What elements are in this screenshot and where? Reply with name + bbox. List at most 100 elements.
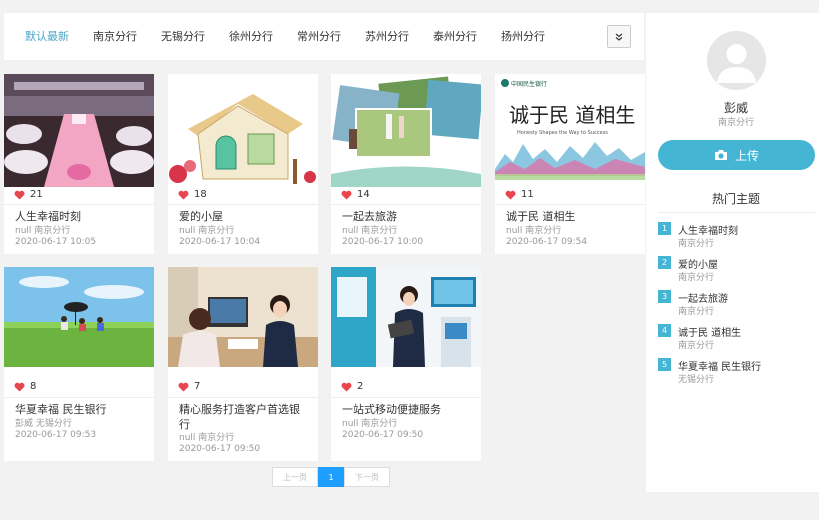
page-1-button[interactable]: 1 (318, 467, 344, 487)
post-card[interactable]: 2 一站式移动便捷服务 null 南京分行 2020-06-17 09:50 (331, 267, 481, 461)
tab-nanjing[interactable]: 南京分行 (93, 28, 137, 44)
tab-taizhou[interactable]: 泰州分行 (433, 28, 477, 44)
user-silhouette-icon (717, 44, 756, 83)
post-card[interactable]: 中国民生银行 诚于民 道相生 Honesty Shapes the Way to… (495, 74, 645, 254)
post-title[interactable]: 精心服务打造客户首选银行 (179, 402, 309, 432)
rank-badge: 3 (658, 290, 671, 303)
rank-badge: 4 (658, 324, 671, 337)
hot-topic-branch: 南京分行 (678, 273, 715, 283)
like-count-value: 7 (194, 381, 201, 392)
user-sidebar: 彭威 南京分行 上传 热门主题 1 人生幸福时刻 南京分行 2 爱的小屋 南京分… (646, 13, 819, 492)
post-title[interactable]: 华夏幸福 民生银行 (15, 402, 145, 417)
post-image-travel[interactable] (331, 74, 481, 187)
more-tabs-button[interactable] (607, 25, 631, 48)
like-count[interactable]: 14 (341, 189, 370, 200)
post-card[interactable]: 18 爱的小屋 null 南京分行 2020-06-17 10:04 (168, 74, 318, 254)
upload-button[interactable]: 上传 (658, 140, 815, 170)
tab-changzhou[interactable]: 常州分行 (297, 28, 341, 44)
post-card[interactable]: 8 华夏幸福 民生银行 彭威 无锡分行 2020-06-17 09:53 (4, 267, 154, 461)
like-count[interactable]: 8 (14, 381, 36, 392)
slogan-text: 诚于民 道相生 (509, 103, 635, 127)
post-image-mobile-service[interactable] (331, 267, 481, 367)
hot-topic-name[interactable]: 华夏幸福 民生银行 (678, 358, 761, 373)
post-card[interactable]: 14 一起去旅游 null 南京分行 2020-06-17 10:00 (331, 74, 481, 254)
post-date: 2020-06-17 10:00 (342, 237, 424, 247)
post-card[interactable]: 7 精心服务打造客户首选银行 null 南京分行 2020-06-17 09:5… (168, 267, 318, 461)
hot-topic-item[interactable]: 4 诚于民 道相生 南京分行 (658, 323, 813, 353)
hot-topic-name[interactable]: 一起去旅游 (678, 290, 728, 305)
tab-suzhou[interactable]: 苏州分行 (365, 28, 409, 44)
post-date: 2020-06-17 10:04 (179, 237, 261, 247)
post-author-branch: null 南京分行 (506, 226, 562, 236)
post-author-branch: null 南京分行 (342, 419, 398, 429)
heart-icon (14, 190, 25, 200)
post-image-service-counter[interactable] (168, 267, 318, 367)
post-author-branch: null 南京分行 (179, 433, 235, 443)
tab-xuzhou[interactable]: 徐州分行 (229, 28, 273, 44)
like-count[interactable]: 11 (505, 189, 534, 200)
avatar[interactable] (707, 31, 766, 90)
tab-wuxi[interactable]: 无锡分行 (161, 28, 205, 44)
hot-topic-branch: 无锡分行 (678, 375, 715, 385)
like-count[interactable]: 2 (341, 381, 363, 392)
post-title[interactable]: 一站式移动便捷服务 (342, 402, 472, 417)
tab-yangzhou[interactable]: 扬州分行 (501, 28, 545, 44)
post-title[interactable]: 诚于民 道相生 (506, 209, 636, 224)
double-chevron-down-icon (615, 33, 623, 41)
heart-icon (505, 190, 516, 200)
post-author-branch: null 南京分行 (342, 226, 398, 236)
hot-topic-branch: 南京分行 (678, 341, 715, 351)
like-count-value: 11 (521, 189, 534, 200)
post-date: 2020-06-17 09:50 (342, 430, 424, 440)
rank-badge: 5 (658, 358, 671, 371)
heart-icon (341, 190, 352, 200)
post-date: 2020-06-17 10:05 (15, 237, 97, 247)
camera-icon (714, 150, 727, 160)
user-branch: 南京分行 (717, 118, 754, 128)
post-image-house[interactable] (168, 74, 318, 187)
post-author-branch: null 南京分行 (179, 226, 235, 236)
like-count[interactable]: 21 (14, 189, 43, 200)
hot-topic-branch: 南京分行 (678, 307, 715, 317)
hot-topic-branch: 南京分行 (678, 239, 715, 249)
tab-latest[interactable]: 默认最新 (25, 28, 69, 44)
post-image-slogan[interactable]: 中国民生银行 诚于民 道相生 Honesty Shapes the Way to… (495, 74, 645, 187)
post-card[interactable]: 21 人生幸福时刻 null 南京分行 2020-06-17 10:05 (4, 74, 154, 254)
heart-icon (178, 382, 189, 392)
like-count-value: 14 (357, 189, 370, 200)
heart-icon (14, 382, 25, 392)
post-author-branch: 彭威 无锡分行 (15, 419, 72, 429)
like-count-value: 18 (194, 189, 207, 200)
post-title[interactable]: 人生幸福时刻 (15, 209, 145, 224)
post-date: 2020-06-17 09:53 (15, 430, 97, 440)
user-name: 彭威 (723, 101, 748, 115)
rank-badge: 2 (658, 256, 671, 269)
branch-tab-bar: 默认最新 南京分行 无锡分行 徐州分行 常州分行 苏州分行 泰州分行 扬州分行 (4, 13, 644, 60)
heart-icon (341, 382, 352, 392)
like-count[interactable]: 18 (178, 189, 207, 200)
bank-logo-text: 中国民生银行 (511, 80, 547, 88)
next-page-button[interactable]: 下一页 (344, 467, 390, 487)
post-title[interactable]: 爱的小屋 (179, 209, 309, 224)
hot-topic-item[interactable]: 3 一起去旅游 南京分行 (658, 289, 813, 319)
hot-topic-item[interactable]: 1 人生幸福时刻 南京分行 (658, 221, 813, 251)
like-count-value: 2 (357, 381, 364, 392)
rank-badge: 1 (658, 222, 671, 235)
post-author-branch: null 南京分行 (15, 226, 71, 236)
like-count[interactable]: 7 (178, 381, 200, 392)
slogan-english-text: Honesty Shapes the Way to Success (517, 130, 608, 136)
post-image-wedding[interactable] (4, 74, 154, 187)
hot-topic-item[interactable]: 5 华夏幸福 民生银行 无锡分行 (658, 357, 813, 387)
hot-topic-name[interactable]: 诚于民 道相生 (678, 324, 741, 339)
hot-topic-item[interactable]: 2 爱的小屋 南京分行 (658, 255, 813, 285)
post-date: 2020-06-17 09:54 (506, 237, 588, 247)
hot-topic-name[interactable]: 爱的小屋 (678, 256, 718, 271)
upload-label: 上传 (734, 148, 759, 163)
hot-topic-name[interactable]: 人生幸福时刻 (678, 222, 738, 237)
prev-page-button[interactable]: 上一页 (272, 467, 318, 487)
heart-icon (178, 190, 189, 200)
post-title[interactable]: 一起去旅游 (342, 209, 472, 224)
post-image-grassland[interactable] (4, 267, 154, 367)
post-date: 2020-06-17 09:50 (179, 444, 261, 454)
pagination: 上一页 1 下一页 (272, 467, 390, 487)
